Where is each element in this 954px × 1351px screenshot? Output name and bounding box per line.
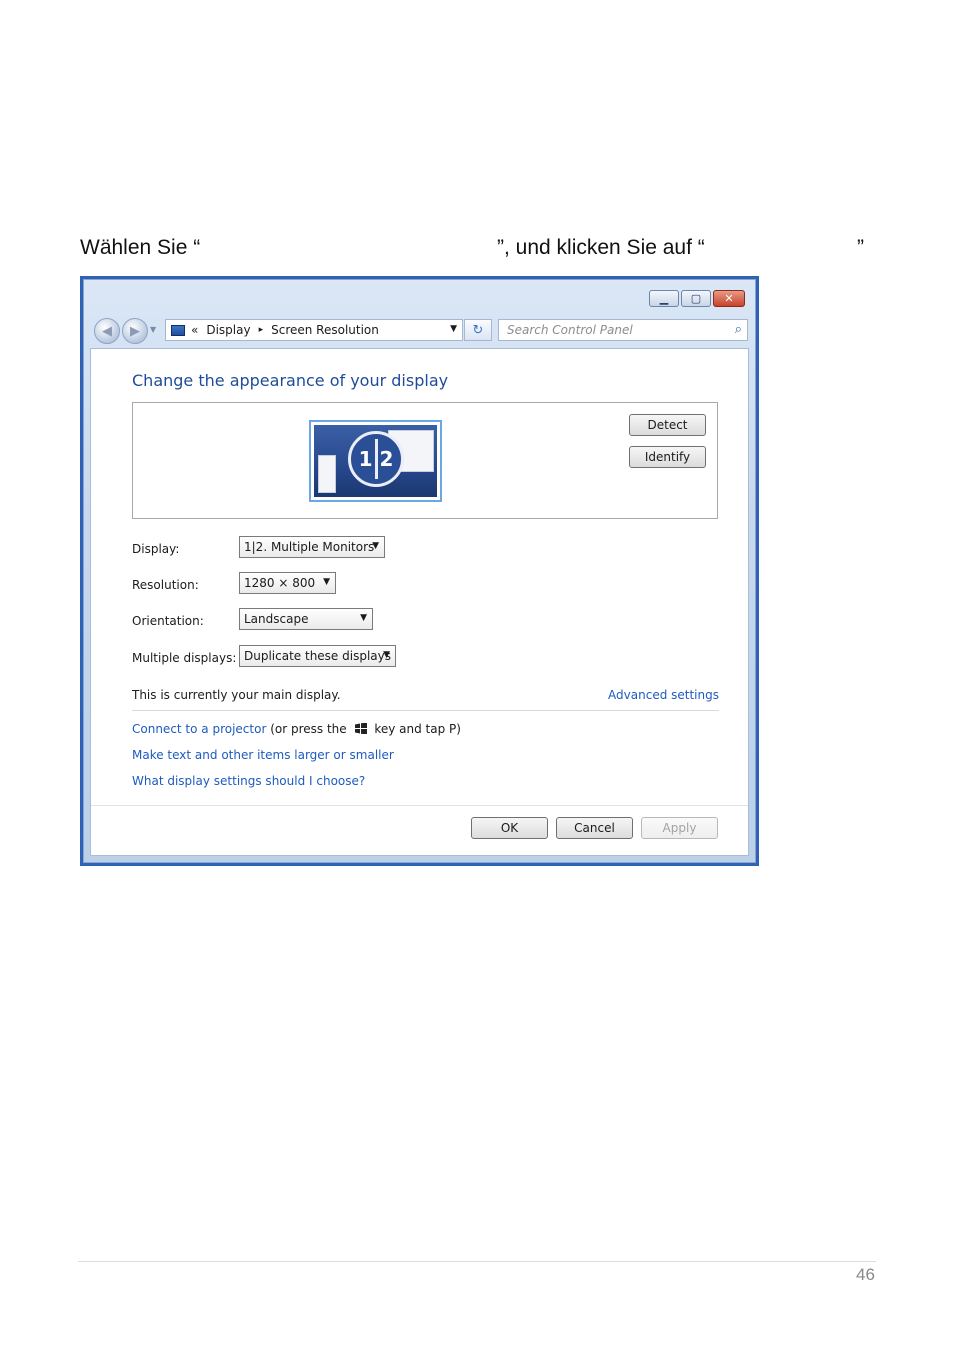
control-panel-icon (171, 324, 185, 336)
projector-hint-a: (or press the (270, 722, 347, 736)
address-bar[interactable]: « Display ▸ Screen Resolution ▼ (165, 319, 463, 341)
projector-hint-b: key and tap P) (374, 722, 461, 736)
connect-projector-link[interactable]: Connect to a projector (132, 722, 266, 736)
monitor-number-badge: 1 2 (348, 431, 404, 487)
monitor-label-1: 1 (358, 447, 373, 471)
forward-button[interactable]: ▶ (122, 318, 148, 344)
close-icon: ✕ (724, 292, 734, 305)
projector-row: Connect to a projector (or press the key… (132, 722, 461, 736)
display-value: 1|2. Multiple Monitors (244, 540, 375, 554)
breadcrumb-screen-resolution[interactable]: Screen Resolution (271, 323, 379, 337)
multiple-displays-value: Duplicate these displays (244, 649, 391, 663)
minimize-button[interactable]: ▁ (649, 290, 679, 307)
multiple-displays-label: Multiple displays: (132, 651, 237, 665)
identify-button[interactable]: Identify (629, 446, 706, 468)
desktop-sheet-left (318, 455, 336, 493)
monitor-divider (374, 439, 378, 479)
window-frame: ▁ ▢ ✕ ◀ ▶ ▼ « Display ▸ Screen Resolutio… (83, 279, 756, 863)
recent-pages-chevron-icon[interactable]: ▼ (150, 325, 156, 334)
resolution-value: 1280 × 800 (244, 576, 316, 590)
refresh-icon: ↻ (472, 322, 484, 338)
chevron-down-icon: ▼ (372, 541, 379, 551)
breadcrumb-display[interactable]: Display (206, 323, 250, 337)
chevron-down-icon: ▼ (383, 650, 390, 660)
maximize-icon: ▢ (690, 292, 702, 305)
detect-button[interactable]: Detect (629, 414, 706, 436)
search-input[interactable]: Search Control Panel ⌕ (498, 319, 748, 341)
cancel-button[interactable]: Cancel (556, 817, 633, 839)
monitor-preview-area: 1 2 Detect Identify (132, 402, 718, 519)
resolution-label: Resolution: (132, 578, 199, 592)
screen-resolution-window: ▁ ▢ ✕ ◀ ▶ ▼ « Display ▸ Screen Resolutio… (80, 276, 759, 866)
display-select[interactable]: 1|2. Multiple Monitors ▼ (239, 536, 385, 558)
divider (132, 710, 719, 711)
display-label: Display: (132, 542, 180, 556)
maximize-button[interactable]: ▢ (681, 290, 711, 307)
close-button[interactable]: ✕ (713, 290, 745, 307)
orientation-value: Landscape (244, 612, 309, 626)
navigation-bar: ◀ ▶ ▼ « Display ▸ Screen Resolution ▼ ↻ … (90, 316, 749, 346)
chevron-down-icon: ▼ (323, 577, 330, 587)
instruction-text-b: ”, und klicken Sie auf “ (497, 236, 705, 259)
monitor-label-2: 2 (379, 447, 394, 471)
caption-buttons: ▁ ▢ ✕ (647, 290, 745, 307)
display-settings-help-link[interactable]: What display settings should I choose? (132, 774, 365, 788)
breadcrumb-separator-icon[interactable]: ▸ (259, 325, 264, 335)
ok-button[interactable]: OK (471, 817, 548, 839)
windows-key-icon (354, 723, 367, 734)
footer-rule (78, 1261, 876, 1262)
breadcrumb-overflow[interactable]: « (191, 323, 198, 337)
address-dropdown-icon[interactable]: ▼ (450, 324, 457, 334)
forward-arrow-icon: ▶ (130, 323, 140, 339)
monitor-thumbnail[interactable]: 1 2 (309, 420, 442, 502)
content-pane: Change the appearance of your display 1 … (90, 348, 749, 856)
page-number: 46 (856, 1265, 875, 1284)
back-arrow-icon: ◀ (102, 323, 112, 339)
instruction-text-c: ” (857, 236, 864, 259)
monitor-screen: 1 2 (314, 425, 437, 497)
footer-divider (91, 805, 748, 806)
multiple-displays-select[interactable]: Duplicate these displays ▼ (239, 645, 396, 667)
instruction-text-a: Wählen Sie “ (80, 236, 201, 259)
advanced-settings-link[interactable]: Advanced settings (608, 688, 719, 702)
search-icon[interactable]: ⌕ (735, 322, 742, 337)
search-placeholder: Search Control Panel (507, 323, 633, 337)
minimize-icon: ▁ (659, 292, 669, 305)
back-button[interactable]: ◀ (94, 318, 120, 344)
apply-button[interactable]: Apply (641, 817, 718, 839)
refresh-button[interactable]: ↻ (464, 319, 492, 341)
orientation-label: Orientation: (132, 614, 204, 628)
orientation-select[interactable]: Landscape ▼ (239, 608, 373, 630)
text-size-link[interactable]: Make text and other items larger or smal… (132, 748, 394, 762)
main-display-text: This is currently your main display. (132, 688, 341, 702)
instruction-line: Wählen Sie “ ”, und klicken Sie auf “ ” (0, 236, 954, 266)
resolution-select[interactable]: 1280 × 800 ▼ (239, 572, 336, 594)
page-title: Change the appearance of your display (132, 371, 449, 390)
chevron-down-icon: ▼ (360, 613, 367, 623)
